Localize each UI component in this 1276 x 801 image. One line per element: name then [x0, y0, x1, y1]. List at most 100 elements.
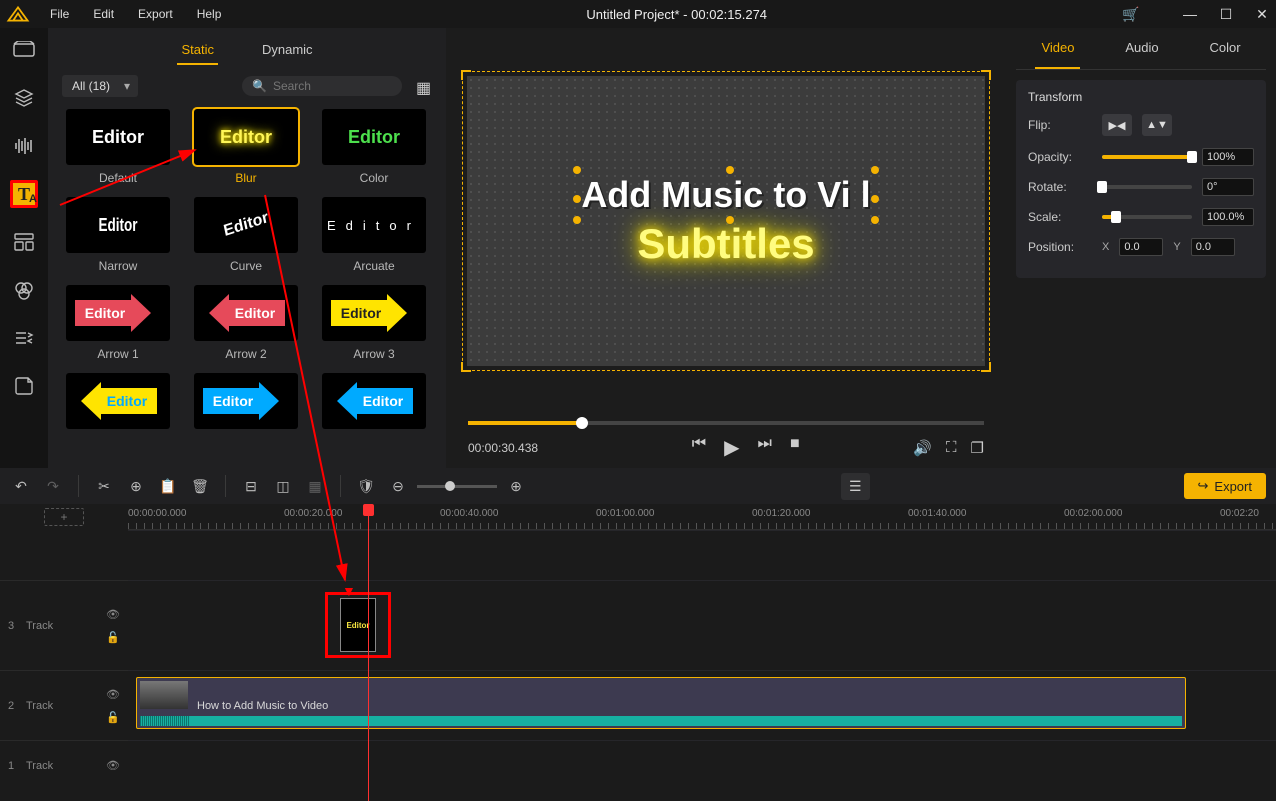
transform-section: Transform Flip: ▶◀ ▲▼ Opacity: 100% Rota…: [1016, 80, 1266, 278]
rotate-slider[interactable]: [1102, 185, 1192, 189]
playhead[interactable]: [368, 504, 369, 801]
template-icon[interactable]: [10, 228, 38, 256]
lane-3[interactable]: ▼ Editor: [128, 580, 1276, 670]
crop-icon[interactable]: ◫: [272, 475, 294, 497]
asset-arrow6[interactable]: Editor: [322, 373, 426, 435]
undo-icon[interactable]: ↶: [10, 475, 32, 497]
asset-curve[interactable]: EditorCurve: [194, 197, 298, 273]
timeline-lanes[interactable]: 00:00:00.00000:00:20.00000:00:40.00000:0…: [128, 504, 1276, 801]
track-3-header[interactable]: 3 Track 👁🔓: [0, 580, 128, 670]
export-settings-icon[interactable]: ☰: [841, 473, 870, 500]
text-icon[interactable]: TA: [10, 180, 38, 208]
filter-icon[interactable]: [10, 276, 38, 304]
clip-thumbnail: [140, 681, 188, 709]
timeline-zoom[interactable]: ⊖ ⊕: [387, 475, 527, 497]
menu-export[interactable]: Export: [128, 3, 183, 25]
rotate-value[interactable]: 0°: [1202, 178, 1254, 196]
asset-arcuate[interactable]: EditorArcuate: [322, 197, 426, 273]
app-logo: [6, 5, 30, 23]
flip-vertical-button[interactable]: ▲▼: [1142, 114, 1172, 136]
layers-icon[interactable]: [10, 84, 38, 112]
scale-value[interactable]: 100.0%: [1202, 208, 1254, 226]
visibility-icon[interactable]: 👁: [106, 688, 120, 701]
copy-icon[interactable]: ⊕: [125, 475, 147, 497]
cut-icon[interactable]: ✂: [93, 475, 115, 497]
volume-icon[interactable]: 🔊: [913, 439, 932, 457]
track-1-header[interactable]: 1 Track 👁: [0, 740, 128, 790]
visibility-icon[interactable]: 👁: [106, 608, 120, 621]
search-input[interactable]: [273, 79, 392, 93]
mosaic-icon[interactable]: ▦: [304, 475, 326, 497]
paste-icon[interactable]: 📋: [157, 475, 179, 497]
prop-tab-color[interactable]: Color: [1203, 28, 1246, 69]
preview-scrubber[interactable]: [468, 421, 984, 425]
asset-color[interactable]: EditorColor: [322, 109, 426, 185]
cart-icon[interactable]: 🛒: [1122, 6, 1138, 23]
maximize-icon[interactable]: ☐: [1218, 6, 1234, 23]
menu-file[interactable]: File: [40, 3, 79, 25]
flip-horizontal-button[interactable]: ▶◀: [1102, 114, 1132, 136]
add-track-button[interactable]: +: [44, 508, 84, 526]
snapshot-icon[interactable]: ⛶: [946, 439, 957, 457]
asset-arrow4[interactable]: Editor: [66, 373, 170, 435]
asset-blur[interactable]: EditorBlur: [194, 109, 298, 185]
fullscreen-icon[interactable]: ❐: [971, 439, 984, 457]
asset-search[interactable]: 🔍: [242, 76, 402, 96]
track-label: Track: [26, 700, 53, 712]
zoom-in-icon[interactable]: ⊕: [505, 475, 527, 497]
sticker-icon[interactable]: [10, 372, 38, 400]
canvas-title-text[interactable]: Add Music to Vi l: [581, 174, 870, 216]
export-button[interactable]: ↪Export: [1184, 473, 1266, 499]
scale-slider[interactable]: [1102, 215, 1192, 219]
asset-arrow1[interactable]: EditorArrow 1: [66, 285, 170, 361]
ruler-label: 00:02:00.000: [1064, 508, 1122, 519]
marker-icon[interactable]: 🛡: [355, 475, 377, 497]
time-ruler[interactable]: 00:00:00.00000:00:20.00000:00:40.00000:0…: [128, 504, 1276, 530]
transition-icon[interactable]: [10, 324, 38, 352]
prev-frame-icon[interactable]: ⏮: [692, 435, 706, 460]
preview-canvas[interactable]: Add Music to Vi l Subtitles: [467, 76, 985, 366]
lock-icon[interactable]: 🔓: [106, 711, 120, 724]
menu-help[interactable]: Help: [187, 3, 232, 25]
asset-tabs: Static Dynamic: [48, 28, 446, 69]
asset-default[interactable]: EditorDefault: [66, 109, 170, 185]
view-grid-icon[interactable]: ▦: [416, 78, 432, 94]
tab-dynamic[interactable]: Dynamic: [258, 38, 317, 65]
position-x[interactable]: 0.0: [1119, 238, 1163, 256]
track-label: Track: [26, 620, 53, 632]
lock-icon[interactable]: 🔓: [106, 631, 120, 644]
video-clip[interactable]: How to Add Music to Video: [136, 677, 1186, 729]
asset-filter-dropdown[interactable]: All (18): [62, 75, 138, 97]
stop-icon[interactable]: ■: [790, 435, 800, 460]
canvas-bounds[interactable]: Add Music to Vi l Subtitles: [462, 71, 990, 371]
split-icon[interactable]: ⊟: [240, 475, 262, 497]
track-2-header[interactable]: 2 Track 👁🔓: [0, 670, 128, 740]
play-icon[interactable]: ▶: [724, 435, 739, 460]
tab-static[interactable]: Static: [177, 38, 218, 65]
lane-1[interactable]: [128, 740, 1276, 790]
zoom-out-icon[interactable]: ⊖: [387, 475, 409, 497]
text-clip[interactable]: Editor: [328, 595, 388, 655]
asset-arrow3[interactable]: EditorArrow 3: [322, 285, 426, 361]
opacity-value[interactable]: 100%: [1202, 148, 1254, 166]
delete-icon[interactable]: 🗑: [189, 475, 211, 497]
title-bar: File Edit Export Help Untitled Project* …: [0, 0, 1276, 28]
asset-arrow5[interactable]: Editor: [194, 373, 298, 435]
opacity-slider[interactable]: [1102, 155, 1192, 159]
canvas-subtitle-text[interactable]: Subtitles: [637, 220, 814, 268]
menu-edit[interactable]: Edit: [83, 3, 124, 25]
redo-icon[interactable]: ↷: [42, 475, 64, 497]
audio-icon[interactable]: [10, 132, 38, 160]
asset-arrow2[interactable]: EditorArrow 2: [194, 285, 298, 361]
lane-2[interactable]: How to Add Music to Video: [128, 670, 1276, 740]
visibility-icon[interactable]: 👁: [106, 759, 120, 772]
asset-narrow[interactable]: EditorNarrow: [66, 197, 170, 273]
prop-tab-audio[interactable]: Audio: [1119, 28, 1164, 69]
close-icon[interactable]: ✕: [1254, 6, 1270, 23]
media-icon[interactable]: [10, 36, 38, 64]
next-frame-icon[interactable]: ⏭: [758, 435, 772, 460]
section-title: Transform: [1028, 90, 1254, 104]
position-y[interactable]: 0.0: [1191, 238, 1235, 256]
minimize-icon[interactable]: ―: [1182, 6, 1198, 22]
prop-tab-video[interactable]: Video: [1035, 28, 1080, 69]
